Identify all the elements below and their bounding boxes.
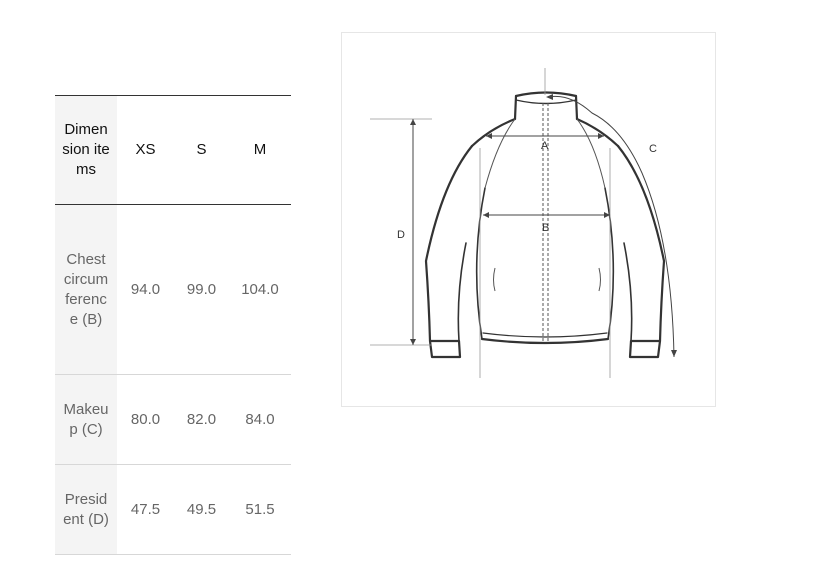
row-label-makeup: Makeup (C) <box>55 374 117 465</box>
jacket-diagram-svg: A B C D <box>370 68 677 378</box>
size-xs-header: XS <box>135 141 156 158</box>
measure-label-a: A <box>541 140 549 152</box>
guide-lines <box>370 68 611 378</box>
row-label-president: President (D) <box>55 464 117 555</box>
dimension-header: Dimension items <box>55 95 117 205</box>
table-cell: 47.5 <box>130 500 161 518</box>
table-row: Makeup (C) 80.0 82.0 84.0 <box>55 374 291 465</box>
table-cell: 94.0 <box>130 280 161 298</box>
size-m-header: M <box>253 141 267 158</box>
size-s-header: S <box>196 141 207 158</box>
row-label-chest: Chest circumference (B) <box>55 204 117 375</box>
measure-label-b: B <box>542 222 549 234</box>
measure-label-d: D <box>397 229 405 241</box>
table-cell: 99.0 <box>186 280 217 298</box>
measure-label-c: C <box>649 143 657 155</box>
size-chart-table: Dimension items XS S M Chest circumferen… <box>55 95 291 555</box>
table-cell: 84.0 <box>245 410 275 428</box>
table-row: Chest circumference (B) 94.0 99.0 104.0 <box>55 204 291 375</box>
size-header-row: Dimension items XS S M <box>55 95 291 205</box>
table-cell: 104.0 <box>241 280 279 298</box>
table-cell: 82.0 <box>186 410 217 428</box>
table-row: President (D) 47.5 49.5 51.5 <box>55 464 291 555</box>
table-cell: 49.5 <box>186 500 217 518</box>
table-cell: 80.0 <box>130 410 161 428</box>
table-cell: 51.5 <box>245 500 275 518</box>
jacket-measurement-diagram: A B C D <box>341 32 716 407</box>
